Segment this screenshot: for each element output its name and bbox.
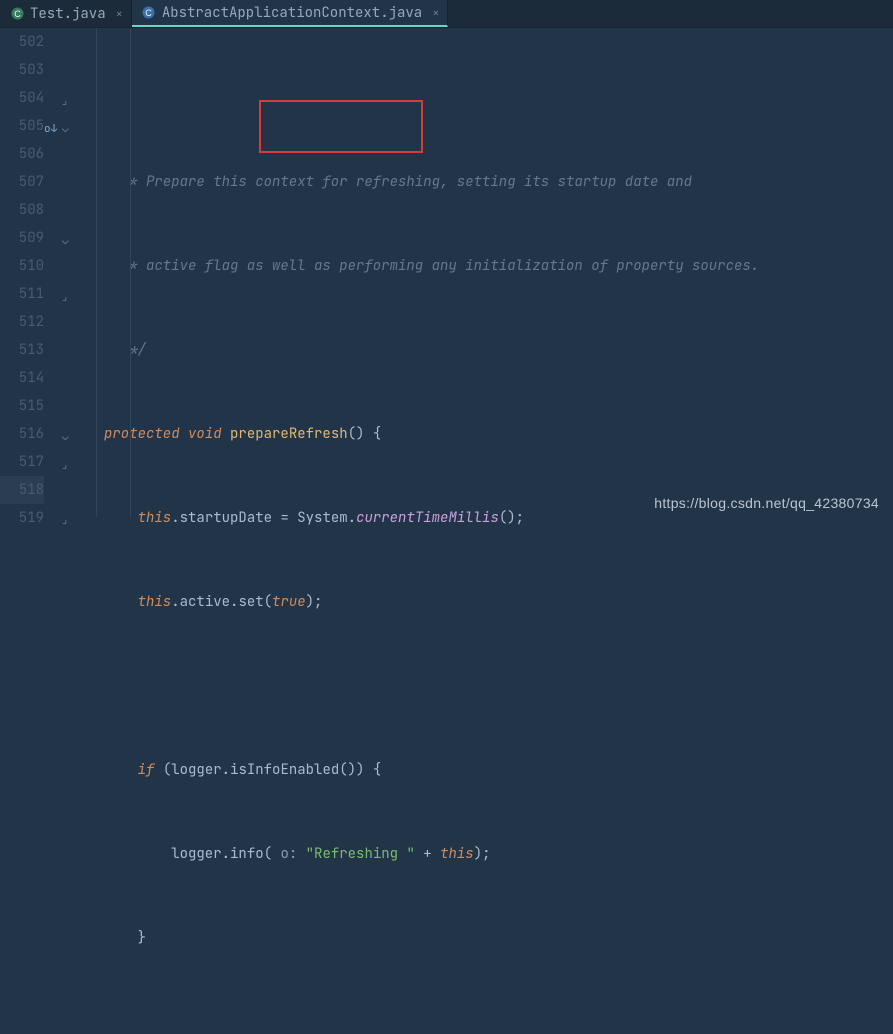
line-number: 519 xyxy=(0,504,44,532)
line-number: 511 xyxy=(0,280,44,308)
code-editor[interactable]: 5025035045055065075085095105115125135145… xyxy=(0,28,893,517)
fold-gutter: ⌟ o↓ ⌄ ⌄ ⌟ ⌄ ⌟ ⌟ xyxy=(56,28,96,517)
line-number: 517 xyxy=(0,448,44,476)
line-number: 506 xyxy=(0,140,44,168)
fold-end-icon[interactable]: ⌟ xyxy=(62,283,67,311)
close-icon[interactable]: × xyxy=(432,5,439,21)
line-number: 503 xyxy=(0,56,44,84)
editor-tabs: C Test.java × C AbstractApplicationConte… xyxy=(0,0,893,28)
fold-end-icon[interactable]: ⌟ xyxy=(62,87,67,115)
tab-label: Test.java xyxy=(30,5,106,23)
line-number: 508 xyxy=(0,196,44,224)
class-icon: C xyxy=(142,6,156,20)
line-number: 515 xyxy=(0,392,44,420)
line-number: 518 xyxy=(0,476,44,504)
line-number-gutter: 5025035045055065075085095105115125135145… xyxy=(0,28,56,517)
close-icon[interactable]: × xyxy=(116,6,123,22)
fold-start-icon[interactable]: ⌄ xyxy=(62,423,69,451)
class-icon: C xyxy=(10,7,24,21)
fold-end-icon[interactable]: ⌟ xyxy=(62,506,67,534)
line-number: 509 xyxy=(0,224,44,252)
svg-text:C: C xyxy=(146,8,153,18)
method-name: prepareRefresh xyxy=(230,425,348,443)
tab-test-java[interactable]: C Test.java × xyxy=(0,0,132,27)
line-number: 512 xyxy=(0,308,44,336)
line-number: 514 xyxy=(0,364,44,392)
line-number: 504 xyxy=(0,84,44,112)
line-number: 505 xyxy=(0,112,44,140)
highlight-box xyxy=(259,100,423,153)
line-number: 502 xyxy=(0,28,44,56)
fold-start-icon[interactable]: ⌄ xyxy=(62,115,69,143)
line-number: 513 xyxy=(0,336,44,364)
fold-start-icon[interactable]: ⌄ xyxy=(62,227,69,255)
tab-label: AbstractApplicationContext.java xyxy=(162,4,422,22)
line-number: 516 xyxy=(0,420,44,448)
code-area[interactable]: * Prepare this context for refreshing, s… xyxy=(96,28,893,517)
fold-end-icon[interactable]: ⌟ xyxy=(62,451,67,479)
tab-abstract-application-context[interactable]: C AbstractApplicationContext.java × xyxy=(132,0,449,27)
svg-text:C: C xyxy=(14,9,21,19)
watermark-text: https://blog.csdn.net/qq_42380734 xyxy=(654,495,879,511)
line-number: 507 xyxy=(0,168,44,196)
override-icon[interactable]: o↓ xyxy=(44,115,57,143)
line-number: 510 xyxy=(0,252,44,280)
